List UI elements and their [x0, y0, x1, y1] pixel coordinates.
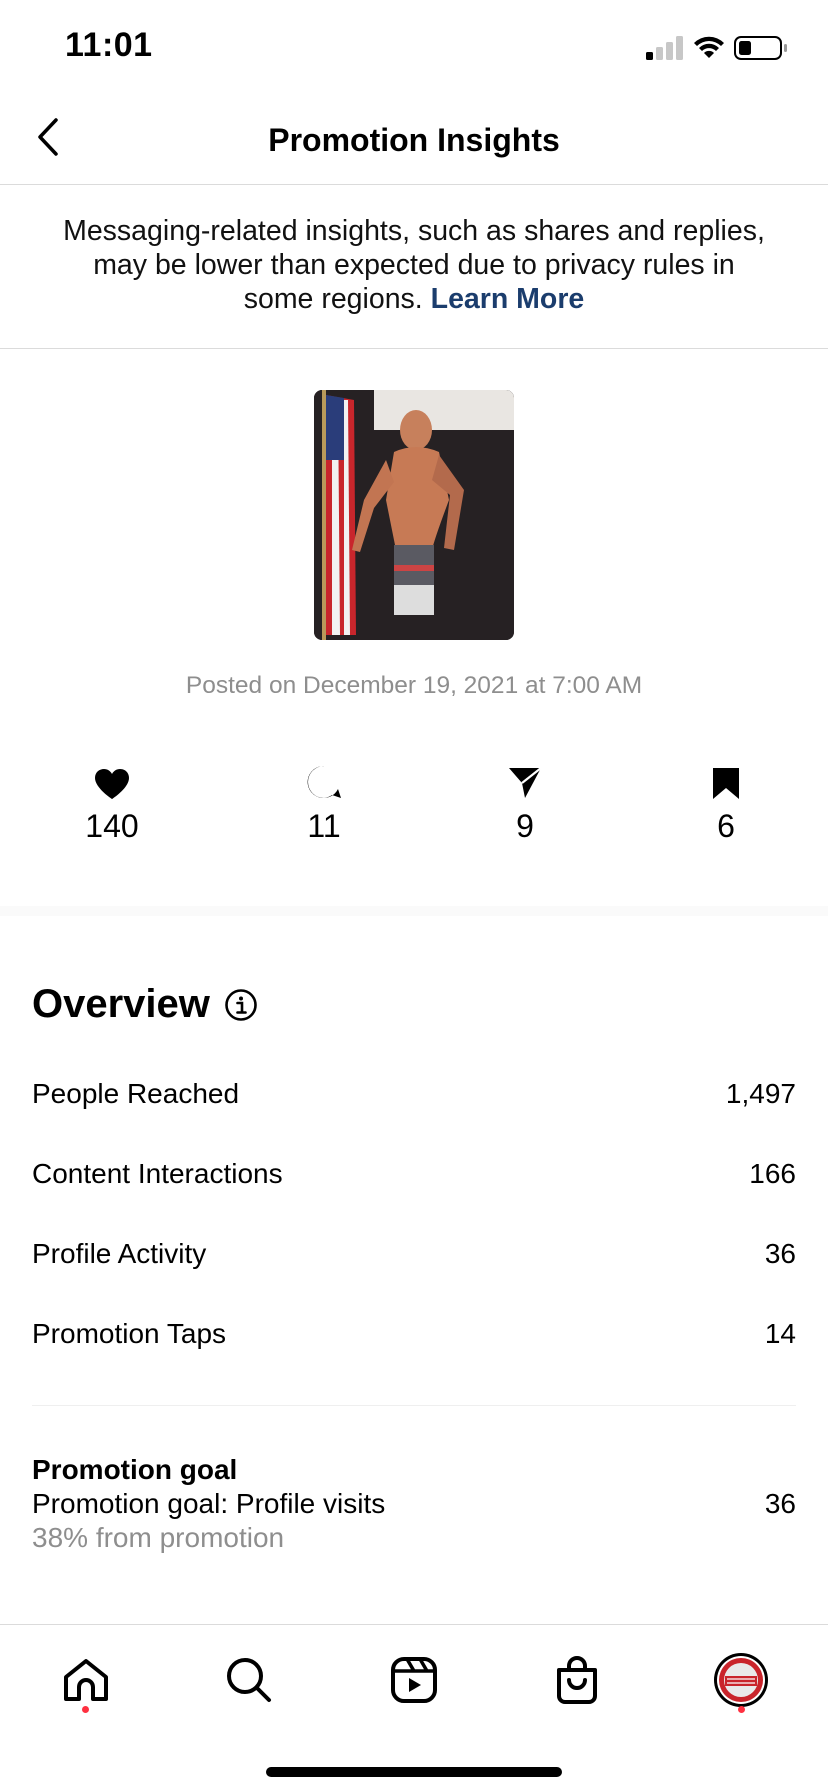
tab-bar-divider [0, 1624, 828, 1625]
status-icons [646, 36, 787, 60]
shares-count: 9 [516, 808, 534, 844]
overview-row-label: People Reached [32, 1078, 240, 1109]
overview-title: Overview [32, 982, 210, 1026]
home-icon [64, 1659, 108, 1701]
overview-row-label: Promotion Taps [32, 1318, 227, 1349]
overview-row-value: 36 [764, 1238, 796, 1269]
learn-more-link[interactable]: Learn More [431, 283, 585, 315]
home-indicator [266, 1767, 562, 1777]
bookmark-icon [713, 768, 739, 799]
privacy-notice: Messaging-related insights, such as shar… [60, 214, 768, 316]
tab-home[interactable] [56, 1650, 116, 1710]
promotion-goal-row: Promotion goal: Profile visits 36 [32, 1488, 796, 1520]
shop-icon [557, 1656, 597, 1704]
notice-divider [0, 348, 828, 349]
wifi-icon [694, 36, 724, 58]
saves-stat: 6 [666, 760, 786, 845]
overview-row[interactable]: Content Interactions 166 [32, 1158, 796, 1190]
tab-shop[interactable] [547, 1650, 607, 1710]
goal-divider [32, 1405, 796, 1406]
reels-icon [391, 1657, 437, 1703]
signal-icon [646, 36, 683, 60]
search-icon [227, 1658, 271, 1702]
status-time: 11:01 [65, 26, 153, 64]
page-title: Promotion Insights [268, 122, 560, 158]
profile-avatar [714, 1653, 768, 1707]
tab-search[interactable] [219, 1650, 279, 1710]
likes-stat: 140 [52, 760, 172, 845]
header-divider [0, 184, 828, 185]
promotion-goal-heading: Promotion goal [32, 1454, 238, 1485]
comments-stat: 11 [264, 760, 384, 845]
info-icon[interactable] [224, 988, 258, 1022]
overview-row[interactable]: People Reached 1,497 [32, 1078, 796, 1110]
profile-notification-dot [738, 1706, 745, 1713]
overview-row[interactable]: Promotion Taps 14 [32, 1318, 796, 1350]
comments-count: 11 [307, 808, 341, 844]
comment-icon [307, 765, 341, 798]
tab-profile[interactable] [711, 1650, 771, 1710]
promotion-goal-label: Promotion goal: Profile visits [32, 1488, 386, 1519]
overview-row-value: 14 [764, 1318, 796, 1349]
battery-icon [734, 36, 787, 60]
post-photo [314, 390, 514, 640]
overview-row-label: Profile Activity [32, 1238, 207, 1269]
overview-row-value: 166 [749, 1158, 796, 1189]
home-notification-dot [82, 1706, 89, 1713]
saves-count: 6 [717, 808, 735, 844]
post-thumbnail[interactable] [314, 390, 514, 640]
section-divider [0, 906, 828, 916]
overview-row-label: Content Interactions [32, 1158, 283, 1189]
overview-row-value: 1,497 [725, 1078, 796, 1109]
privacy-notice-text: Messaging-related insights, such as shar… [63, 215, 765, 315]
likes-count: 140 [85, 808, 139, 844]
heart-icon [95, 769, 129, 799]
share-icon [509, 767, 542, 798]
posted-date: Posted on December 19, 2021 at 7:00 AM [185, 672, 643, 699]
tab-reels[interactable] [384, 1650, 444, 1710]
promotion-goal-value: 36 [764, 1488, 796, 1519]
overview-row[interactable]: Profile Activity 36 [32, 1238, 796, 1270]
shares-stat: 9 [465, 760, 585, 845]
promotion-goal-subtext: 38% from promotion [32, 1522, 285, 1553]
